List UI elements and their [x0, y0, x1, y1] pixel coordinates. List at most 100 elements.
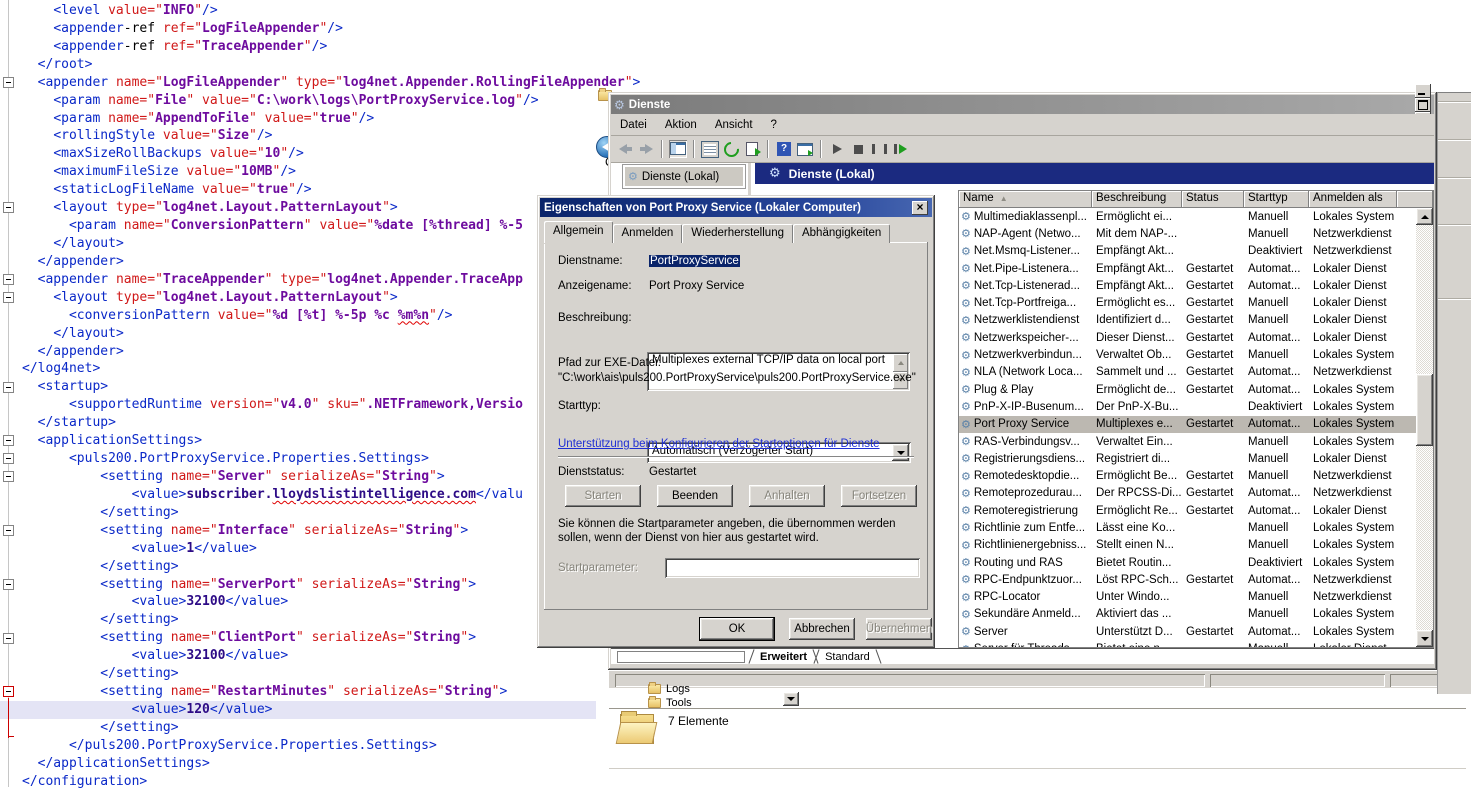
- minimize-icon[interactable]: [1415, 84, 1431, 98]
- service-row[interactable]: ⚙RPC-Endpunktzuor...Löst RPC-Sch...Gesta…: [959, 571, 1416, 588]
- fold-toggle-icon[interactable]: [3, 686, 14, 697]
- fold-toggle-icon[interactable]: [3, 382, 14, 393]
- service-row[interactable]: ⚙Server für Threads...Bietet eine n...Ma…: [959, 640, 1416, 647]
- column-header-starttyp[interactable]: Starttyp: [1244, 191, 1309, 208]
- startparameter-input[interactable]: [665, 558, 920, 578]
- service-row[interactable]: ⚙NAP-Agent (Netwo...Mit dem NAP-...Manue…: [959, 225, 1416, 242]
- service-cell: Lokales System: [1309, 384, 1416, 396]
- service-row[interactable]: ⚙Net.Tcp-Portfreiga...Ermöglicht es...Ge…: [959, 294, 1416, 311]
- fold-toggle-icon[interactable]: [3, 77, 14, 88]
- service-row[interactable]: ⚙Richtlinie zum Entfe...Lässt eine Ko...…: [959, 519, 1416, 536]
- startoptions-help-link[interactable]: Unterstützung beim Konfigurieren der Sta…: [558, 438, 880, 450]
- view-tab-erweitert[interactable]: Erweitert: [752, 651, 815, 663]
- service-row[interactable]: ⚙Net.Tcp-Listenerad...Empfängt Akt...Ges…: [959, 277, 1416, 294]
- service-row[interactable]: ⚙NLA (Network Loca...Sammelt und ...Gest…: [959, 364, 1416, 381]
- restart-service-icon[interactable]: [891, 141, 909, 158]
- start-service-icon[interactable]: [828, 141, 846, 158]
- fold-toggle-icon[interactable]: [3, 471, 14, 482]
- tree-item-dienste-lokal[interactable]: ⚙ Dienste (Lokal): [625, 167, 743, 186]
- help-icon[interactable]: [775, 141, 793, 158]
- pause-service-icon[interactable]: [870, 141, 888, 158]
- service-row[interactable]: ⚙Port Proxy ServiceMultiplexes e...Gesta…: [959, 416, 1416, 433]
- service-row[interactable]: ⚙Netzwerkspeicher-...Dieser Dienst...Ges…: [959, 329, 1416, 346]
- column-header-anmelden-als[interactable]: Anmelden als: [1309, 191, 1397, 208]
- service-row[interactable]: ⚙Netzwerkverbindun...Verwaltet Ob...Gest…: [959, 346, 1416, 363]
- service-cell: Gestartet: [1182, 280, 1244, 292]
- xml-editor[interactable]: <level value="INFO"/> <appender-ref ref=…: [0, 0, 608, 787]
- service-row[interactable]: ⚙Remotedesktopdie...Ermöglicht Be...Gest…: [959, 467, 1416, 484]
- column-header-name[interactable]: Name▲: [959, 191, 1092, 208]
- service-row[interactable]: ⚙Routing und RASBietet Routin...Deaktivi…: [959, 554, 1416, 571]
- fortsetzen-button[interactable]: Fortsetzen: [841, 485, 917, 507]
- list-icon[interactable]: [701, 141, 719, 158]
- folder-icon[interactable]: [648, 698, 661, 708]
- service-row[interactable]: ⚙Net.Pipe-Listenera...Empfängt Akt...Ges…: [959, 260, 1416, 277]
- column-header-status[interactable]: Status: [1182, 191, 1244, 208]
- service-name-cell: ⚙RPC-Locator: [959, 591, 1092, 604]
- services-scrollbar[interactable]: [1416, 208, 1433, 647]
- back-icon[interactable]: [616, 141, 634, 158]
- service-row[interactable]: ⚙Sekundäre Anmeld...Aktiviert das ...Man…: [959, 606, 1416, 623]
- tab-anmelden[interactable]: Anmelden: [613, 224, 683, 243]
- dialog-titlebar[interactable]: Eigenschaften von Port Proxy Service (Lo…: [540, 198, 932, 217]
- show-tree-icon[interactable]: [669, 140, 687, 157]
- refresh-icon[interactable]: [722, 141, 740, 158]
- forward-icon[interactable]: [637, 141, 655, 158]
- fold-toggle-icon[interactable]: [3, 202, 14, 213]
- service-row[interactable]: ⚙PnP-X-IP-Busenum...Der PnP-X-Bu...Deakt…: [959, 398, 1416, 415]
- explorer-combo-dropdown-icon[interactable]: [783, 692, 799, 706]
- scrollbar-thumb[interactable]: [1416, 374, 1433, 446]
- fold-toggle-icon[interactable]: [3, 633, 14, 644]
- chevron-down-icon[interactable]: [892, 444, 909, 461]
- service-cell: Der PnP-X-Bu...: [1092, 401, 1182, 413]
- fold-toggle-icon[interactable]: [3, 525, 14, 536]
- service-row[interactable]: ⚙Multimediaklassenpl...Ermöglicht ei...M…: [959, 208, 1416, 225]
- scroll-up-icon[interactable]: [893, 354, 908, 372]
- menu-item-aktion[interactable]: Aktion: [656, 116, 706, 134]
- services-titlebar[interactable]: ⚙ Dienste: [611, 95, 1434, 114]
- fold-toggle-icon[interactable]: [3, 453, 14, 464]
- service-cell: Automat...: [1244, 505, 1309, 517]
- service-row[interactable]: ⚙Plug & PlayErmöglicht de...GestartetAut…: [959, 381, 1416, 398]
- tab-abhängigkeiten[interactable]: Abhängigkeiten: [793, 224, 890, 243]
- service-row[interactable]: ⚙ServerUnterstützt D...GestartetAutomat.…: [959, 623, 1416, 640]
- starten-button[interactable]: Starten: [565, 485, 641, 507]
- menu-item-datei[interactable]: Datei: [611, 116, 656, 134]
- menu-item-ansicht[interactable]: Ansicht: [706, 116, 762, 134]
- tab-allgemein[interactable]: Allgemein: [544, 221, 613, 243]
- folder-icon[interactable]: [648, 684, 661, 694]
- abbrechen-button[interactable]: Abbrechen: [789, 618, 855, 640]
- service-row[interactable]: ⚙RemoteregistrierungErmöglicht Re...Gest…: [959, 502, 1416, 519]
- service-row[interactable]: ⚙RAS-Verbindungsv...Verwaltet Ein...Manu…: [959, 433, 1416, 450]
- beenden-button[interactable]: Beenden: [657, 485, 733, 507]
- fold-toggle-icon[interactable]: [3, 292, 14, 303]
- scroll-down-icon[interactable]: [1416, 630, 1433, 647]
- service-row[interactable]: ⚙Remoteprozedurau...Der RPCSS-Di...Gesta…: [959, 485, 1416, 502]
- export-list-icon[interactable]: [743, 141, 761, 158]
- maximize-icon[interactable]: [1415, 98, 1431, 112]
- service-row[interactable]: ⚙Registrierungsdiens...Registriert di...…: [959, 450, 1416, 467]
- uebernehmen-button[interactable]: Übernehmen: [866, 618, 932, 640]
- anhalten-button[interactable]: Anhalten: [749, 485, 825, 507]
- tab-wiederherstellung[interactable]: Wiederherstellung: [682, 224, 793, 243]
- scroll-up-icon[interactable]: [1416, 208, 1433, 225]
- service-row[interactable]: ⚙RPC-LocatorUnter Windo...ManuellNetzwer…: [959, 589, 1416, 606]
- service-cell: Empfängt Akt...: [1092, 263, 1182, 275]
- fold-toggle-icon[interactable]: [3, 435, 14, 446]
- code-lines: <level value="INFO"/> <appender-ref ref=…: [0, 2, 596, 791]
- console-tree-tab[interactable]: ⚙ Dienste (Lokal): [622, 164, 746, 189]
- fold-toggle-icon[interactable]: [3, 274, 14, 285]
- service-cell: Löst RPC-Sch...: [1092, 574, 1182, 586]
- service-row[interactable]: ⚙Richtlinienergebniss...Stellt einen N..…: [959, 537, 1416, 554]
- service-row[interactable]: ⚙NetzwerklistendienstIdentifiziert d...G…: [959, 312, 1416, 329]
- stop-service-icon[interactable]: [849, 141, 867, 158]
- dialog-close-icon[interactable]: [912, 201, 928, 215]
- fold-toggle-icon[interactable]: [3, 579, 14, 590]
- menu-item-help[interactable]: ?: [762, 116, 786, 134]
- view-tab-standard[interactable]: Standard: [817, 651, 878, 663]
- divider: [558, 456, 914, 458]
- column-header-beschreibung[interactable]: Beschreibung: [1092, 191, 1182, 208]
- properties-window-icon[interactable]: [796, 141, 814, 158]
- ok-button[interactable]: OK: [700, 618, 774, 640]
- service-row[interactable]: ⚙Net.Msmq-Listener...Empfängt Akt...Deak…: [959, 243, 1416, 260]
